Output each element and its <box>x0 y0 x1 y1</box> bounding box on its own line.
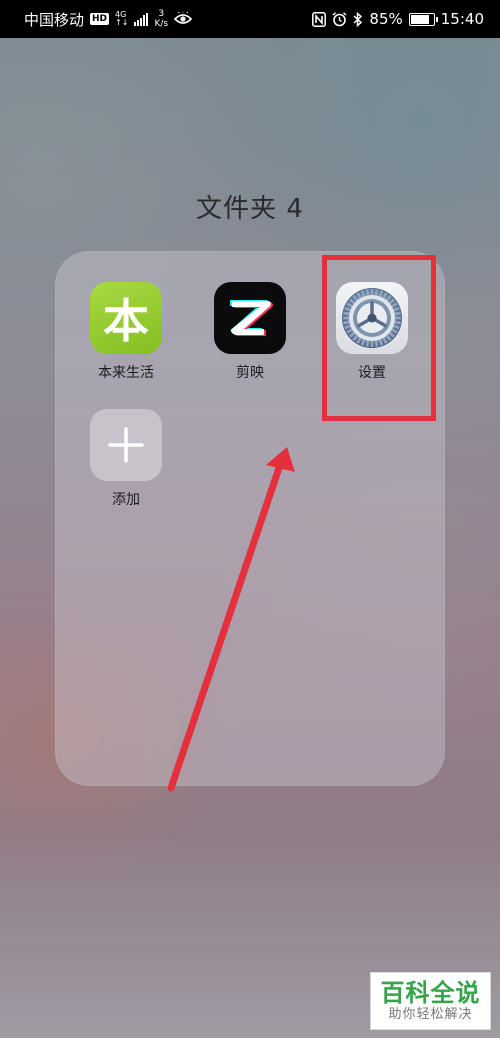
app-label-jianying: 剪映 <box>236 365 264 381</box>
eye-icon <box>174 12 193 24</box>
signal-icon <box>134 12 149 26</box>
battery-percent: 85% <box>369 10 403 28</box>
jianying-logo-icon <box>230 300 273 336</box>
plus-icon <box>108 427 144 463</box>
benlai-app-icon[interactable]: 本 <box>90 282 162 354</box>
status-bar-right: 85% 15:40 <box>312 10 484 28</box>
jianying-app-icon[interactable] <box>214 282 286 354</box>
nfc-icon <box>312 11 327 27</box>
status-bar-left: 中国移动 HD 4G ↑↓ 3 K/s <box>24 9 193 30</box>
bluetooth-icon <box>353 11 363 27</box>
network-speed-unit: K/s <box>154 19 169 29</box>
network-speed: 3 K/s <box>154 9 168 29</box>
watermark-subtitle: 助你轻松解决 <box>388 1007 473 1022</box>
status-bar: 中国移动 HD 4G ↑↓ 3 K/s 85% 15:40 <box>0 0 500 38</box>
battery-fill <box>410 14 429 24</box>
highlight-box <box>322 255 436 421</box>
app-jianying[interactable]: 剪映 <box>195 282 305 382</box>
app-label-benlai: 本来生活 <box>98 365 154 381</box>
alarm-icon <box>332 11 347 26</box>
carrier-label: 中国移动 <box>24 10 85 29</box>
network-speed-value: 3 <box>158 9 165 19</box>
app-benlai[interactable]: 本 本来生活 <box>71 282 181 382</box>
benlai-icon-glyph: 本 <box>103 294 149 348</box>
hd-badge: HD <box>90 13 110 25</box>
watermark-title: 百科全说 <box>380 979 481 1007</box>
network-type: 4G ↑↓ <box>115 11 128 27</box>
folder-title[interactable]: 文件夹 4 <box>0 188 500 225</box>
watermark: 百科全说 助你轻松解决 <box>370 972 491 1030</box>
app-add[interactable]: 添加 <box>71 409 181 509</box>
network-type-bottom: ↑↓ <box>115 18 129 27</box>
clock-time: 15:40 <box>440 10 484 28</box>
app-label-add: 添加 <box>112 492 140 508</box>
add-plus-icon[interactable] <box>90 409 162 481</box>
battery-icon <box>408 12 438 26</box>
